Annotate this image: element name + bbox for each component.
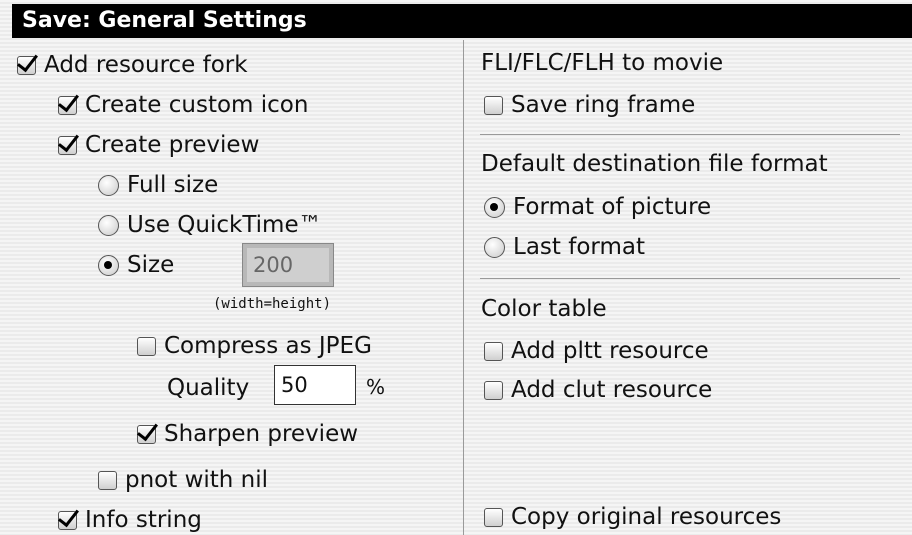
compress-jpeg-checkbox[interactable]: Compress as JPEG xyxy=(137,333,372,359)
copy-original-label: Copy original resources xyxy=(511,504,782,530)
checkbox-icon xyxy=(484,380,503,400)
quality-input[interactable]: 50 xyxy=(274,365,356,405)
section-divider xyxy=(480,278,900,279)
checkbox-icon xyxy=(484,507,503,527)
create-custom-icon-label: Create custom icon xyxy=(85,92,309,118)
checkbox-icon xyxy=(58,95,77,115)
sharpen-preview-checkbox[interactable]: Sharpen preview xyxy=(137,421,358,447)
column-divider xyxy=(463,40,464,535)
checkbox-icon xyxy=(17,55,36,75)
full-size-radio[interactable]: Full size xyxy=(98,172,218,198)
create-custom-icon-checkbox[interactable]: Create custom icon xyxy=(58,92,308,118)
radio-icon xyxy=(98,174,119,196)
radio-icon xyxy=(98,254,119,276)
sharpen-preview-label: Sharpen preview xyxy=(164,421,359,447)
copy-original-checkbox[interactable]: Copy original resources xyxy=(484,504,781,530)
format-of-picture-label: Format of picture xyxy=(513,194,712,220)
checkbox-icon xyxy=(137,424,156,444)
compress-jpeg-label: Compress as JPEG xyxy=(164,333,372,359)
checkbox-icon xyxy=(98,470,117,490)
save-ring-frame-checkbox[interactable]: Save ring frame xyxy=(484,92,695,118)
size-note: (width=height) xyxy=(213,296,332,312)
fli-heading: FLI/FLC/FLH to movie xyxy=(481,50,724,76)
create-preview-checkbox[interactable]: Create preview xyxy=(58,132,259,158)
create-preview-label: Create preview xyxy=(85,132,260,158)
quality-unit: % xyxy=(366,375,386,399)
radio-icon xyxy=(484,236,505,258)
last-format-label: Last format xyxy=(513,234,645,260)
add-clut-checkbox[interactable]: Add clut resource xyxy=(484,377,712,403)
pnot-with-nil-label: pnot with nil xyxy=(125,467,269,493)
add-pltt-label: Add pltt resource xyxy=(511,338,709,364)
radio-icon xyxy=(98,214,119,236)
size-radio[interactable]: Size xyxy=(98,252,174,278)
format-of-picture-radio[interactable]: Format of picture xyxy=(484,194,711,220)
add-resource-fork-label: Add resource fork xyxy=(44,52,248,78)
checkbox-icon xyxy=(58,510,77,530)
window-title: Save: General Settings xyxy=(12,4,912,38)
add-pltt-checkbox[interactable]: Add pltt resource xyxy=(484,338,709,364)
checkbox-icon xyxy=(137,336,156,356)
save-ring-frame-label: Save ring frame xyxy=(511,92,696,118)
size-label: Size xyxy=(127,252,175,278)
use-quicktime-radio[interactable]: Use QuickTime™ xyxy=(98,212,322,238)
radio-icon xyxy=(484,196,505,218)
info-string-checkbox[interactable]: Info string xyxy=(58,507,202,533)
size-input[interactable]: 200 xyxy=(242,243,334,287)
section-divider xyxy=(480,134,900,135)
full-size-label: Full size xyxy=(127,172,219,198)
dest-format-heading: Default destination file format xyxy=(481,151,828,177)
add-resource-fork-checkbox[interactable]: Add resource fork xyxy=(17,52,248,78)
info-string-label: Info string xyxy=(85,507,202,533)
checkbox-icon xyxy=(58,135,77,155)
checkbox-icon xyxy=(484,341,503,361)
last-format-radio[interactable]: Last format xyxy=(484,234,645,260)
color-table-heading: Color table xyxy=(481,296,607,322)
quality-label: Quality xyxy=(167,375,250,401)
add-clut-label: Add clut resource xyxy=(511,377,713,403)
pnot-with-nil-checkbox[interactable]: pnot with nil xyxy=(98,467,268,493)
use-quicktime-label: Use QuickTime™ xyxy=(127,212,322,238)
checkbox-icon xyxy=(484,95,503,115)
